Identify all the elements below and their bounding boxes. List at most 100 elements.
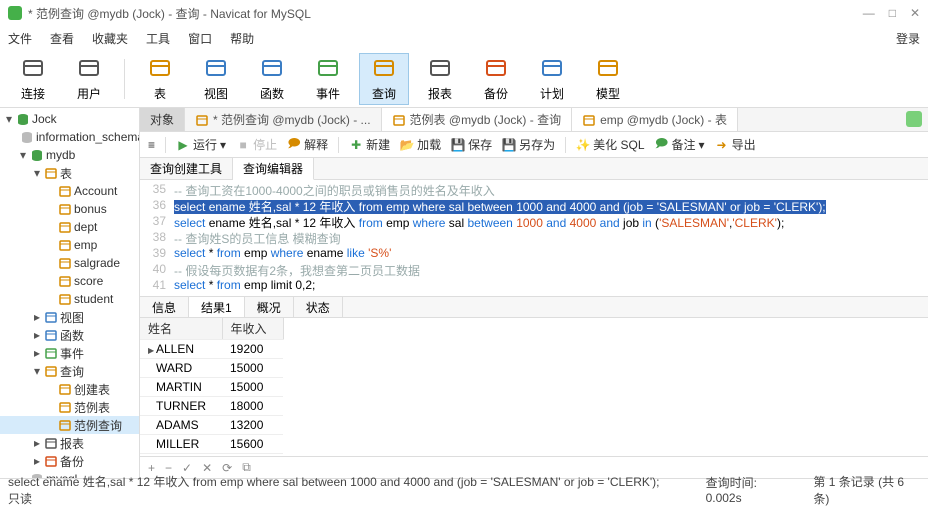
tree-item[interactable]: Account	[0, 182, 139, 200]
maximize-button[interactable]: □	[889, 6, 896, 20]
tree-item[interactable]: ▸备份	[0, 452, 139, 470]
code-line[interactable]: select ename 姓名,sal * 12 年收入 from emp wh…	[174, 198, 826, 214]
minimize-button[interactable]: —	[863, 6, 875, 20]
cell[interactable]: WARD	[140, 359, 222, 378]
toolbar-表[interactable]: 表	[135, 53, 185, 105]
menu-tools[interactable]: 工具	[146, 30, 170, 47]
table-row[interactable]: TURNER18000	[140, 397, 283, 416]
tree-item[interactable]: ▾查询	[0, 362, 139, 380]
tree-item[interactable]: student	[0, 290, 139, 308]
table-row[interactable]: ADAMS13200	[140, 416, 283, 435]
tree-arrow-icon[interactable]: ▾	[32, 364, 42, 378]
tree-item[interactable]: ▾mydb	[0, 146, 139, 164]
tree-item[interactable]: ▸函数	[0, 326, 139, 344]
result-tab-info[interactable]: 信息	[140, 297, 189, 317]
cell[interactable]: 19200	[222, 340, 283, 359]
menu-view[interactable]: 查看	[50, 30, 74, 47]
menu-file[interactable]: 文件	[8, 30, 32, 47]
tree-item[interactable]: ▾Jock	[0, 110, 139, 128]
sql-editor[interactable]: 35-- 查询工资在1000-4000之间的职员或销售员的姓名及年收入36sel…	[140, 180, 928, 296]
subtab-builder[interactable]: 查询创建工具	[140, 158, 233, 179]
tree-item[interactable]: 创建表	[0, 380, 139, 398]
tree-item[interactable]: ▸视图	[0, 308, 139, 326]
export-button[interactable]: ➜导出	[715, 136, 756, 153]
stop-button[interactable]: ■停止	[236, 136, 277, 153]
new-tab-button[interactable]	[906, 111, 922, 127]
subtab-editor[interactable]: 查询编辑器	[233, 158, 314, 180]
beautify-button[interactable]: ✨美化 SQL	[576, 136, 644, 153]
code-line[interactable]: -- 查询姓S的员工信息 模糊查询	[174, 230, 341, 246]
tree-arrow-icon[interactable]: ▸	[32, 310, 42, 324]
new-button[interactable]: ✚新建	[349, 136, 390, 153]
code-line[interactable]: select * from emp limit 0,2;	[174, 278, 315, 294]
saveas-button[interactable]: 💾另存为	[502, 136, 555, 153]
tree-item[interactable]: 范例表	[0, 398, 139, 416]
result-grid[interactable]: 姓名年收入ALLEN19200WARD15000MARTIN15000TURNE…	[140, 318, 928, 456]
column-header[interactable]: 姓名	[140, 318, 222, 340]
cell[interactable]: MARTIN	[140, 378, 222, 397]
code-line[interactable]: select ename 姓名,sal * 12 年收入 from emp wh…	[174, 214, 784, 230]
code-line[interactable]: -- 假设每页数据有2条，我想查第二页员工数据	[174, 262, 420, 278]
toolbar-连接[interactable]: 连接	[8, 53, 58, 105]
tree-item[interactable]: information_schema	[0, 128, 139, 146]
tree-item[interactable]: emp	[0, 236, 139, 254]
tree-arrow-icon[interactable]: ▾	[32, 166, 42, 180]
tree-item[interactable]: ▸事件	[0, 344, 139, 362]
code-line[interactable]: -- 查询工资在1000-4000之间的职员或销售员的姓名及年收入	[174, 182, 495, 198]
toolbar-视图[interactable]: 视图	[191, 53, 241, 105]
cell[interactable]: MILLER	[140, 435, 222, 454]
toolbar-模型[interactable]: 模型	[583, 53, 633, 105]
close-button[interactable]: ✕	[910, 6, 920, 20]
comment-button[interactable]: 🗩备注 ▾	[655, 136, 705, 153]
tree-item[interactable]: salgrade	[0, 254, 139, 272]
document-tab[interactable]: * 范例查询 @mydb (Jock) - ...	[185, 108, 382, 131]
load-button[interactable]: 📂加载	[400, 136, 441, 153]
document-tab[interactable]: emp @mydb (Jock) - 表	[572, 108, 738, 131]
menu-window[interactable]: 窗口	[188, 30, 212, 47]
run-button[interactable]: ▶运行 ▾	[176, 136, 226, 153]
tree-item[interactable]: dept	[0, 218, 139, 236]
table-row[interactable]: MILLER15600	[140, 435, 283, 454]
tree-item[interactable]: ▸报表	[0, 434, 139, 452]
code-line[interactable]: select * from emp where ename like 'S%'	[174, 246, 391, 262]
cell[interactable]: ADAMS	[140, 416, 222, 435]
save-button[interactable]: 💾保存	[451, 136, 492, 153]
login-link[interactable]: 登录	[896, 30, 920, 47]
cell[interactable]: 15600	[222, 435, 283, 454]
tree-arrow-icon[interactable]: ▸	[32, 454, 42, 468]
toolbar-查询[interactable]: 查询	[359, 53, 409, 105]
toolbar-事件[interactable]: 事件	[303, 53, 353, 105]
column-header[interactable]: 年收入	[222, 318, 283, 340]
tree-arrow-icon[interactable]: ▸	[32, 436, 42, 450]
table-row[interactable]: WARD15000	[140, 359, 283, 378]
menu-help[interactable]: 帮助	[230, 30, 254, 47]
tree-item[interactable]: 范例查询	[0, 416, 139, 434]
tree-arrow-icon[interactable]: ▸	[32, 328, 42, 342]
cell[interactable]: TURNER	[140, 397, 222, 416]
document-tab[interactable]: 对象	[140, 108, 185, 131]
result-tab-status[interactable]: 状态	[294, 297, 343, 317]
menu-icon[interactable]: ≡	[148, 138, 155, 152]
document-tab[interactable]: 范例表 @mydb (Jock) - 查询	[382, 108, 573, 131]
tree-arrow-icon[interactable]: ▾	[4, 112, 14, 126]
cell[interactable]: ALLEN	[140, 340, 222, 359]
tree-item[interactable]: bonus	[0, 200, 139, 218]
tree-arrow-icon[interactable]: ▾	[18, 148, 28, 162]
cell[interactable]: 18000	[222, 397, 283, 416]
result-tab-profile[interactable]: 概况	[245, 297, 294, 317]
explain-button[interactable]: 🗩解释	[287, 136, 328, 153]
table-row[interactable]: MARTIN15000	[140, 378, 283, 397]
tree-arrow-icon[interactable]: ▸	[32, 346, 42, 360]
cell[interactable]: 15000	[222, 378, 283, 397]
result-tab-result1[interactable]: 结果1	[189, 297, 245, 317]
toolbar-计划[interactable]: 计划	[527, 53, 577, 105]
connection-tree[interactable]: ▾Jockinformation_schema▾mydb▾表Accountbon…	[0, 108, 140, 478]
tree-item[interactable]: ▾表	[0, 164, 139, 182]
toolbar-用户[interactable]: 用户	[64, 53, 114, 105]
menu-favorites[interactable]: 收藏夹	[92, 30, 128, 47]
tree-item[interactable]: score	[0, 272, 139, 290]
cell[interactable]: 15000	[222, 359, 283, 378]
toolbar-备份[interactable]: 备份	[471, 53, 521, 105]
table-row[interactable]: ALLEN19200	[140, 340, 283, 359]
cell[interactable]: 13200	[222, 416, 283, 435]
